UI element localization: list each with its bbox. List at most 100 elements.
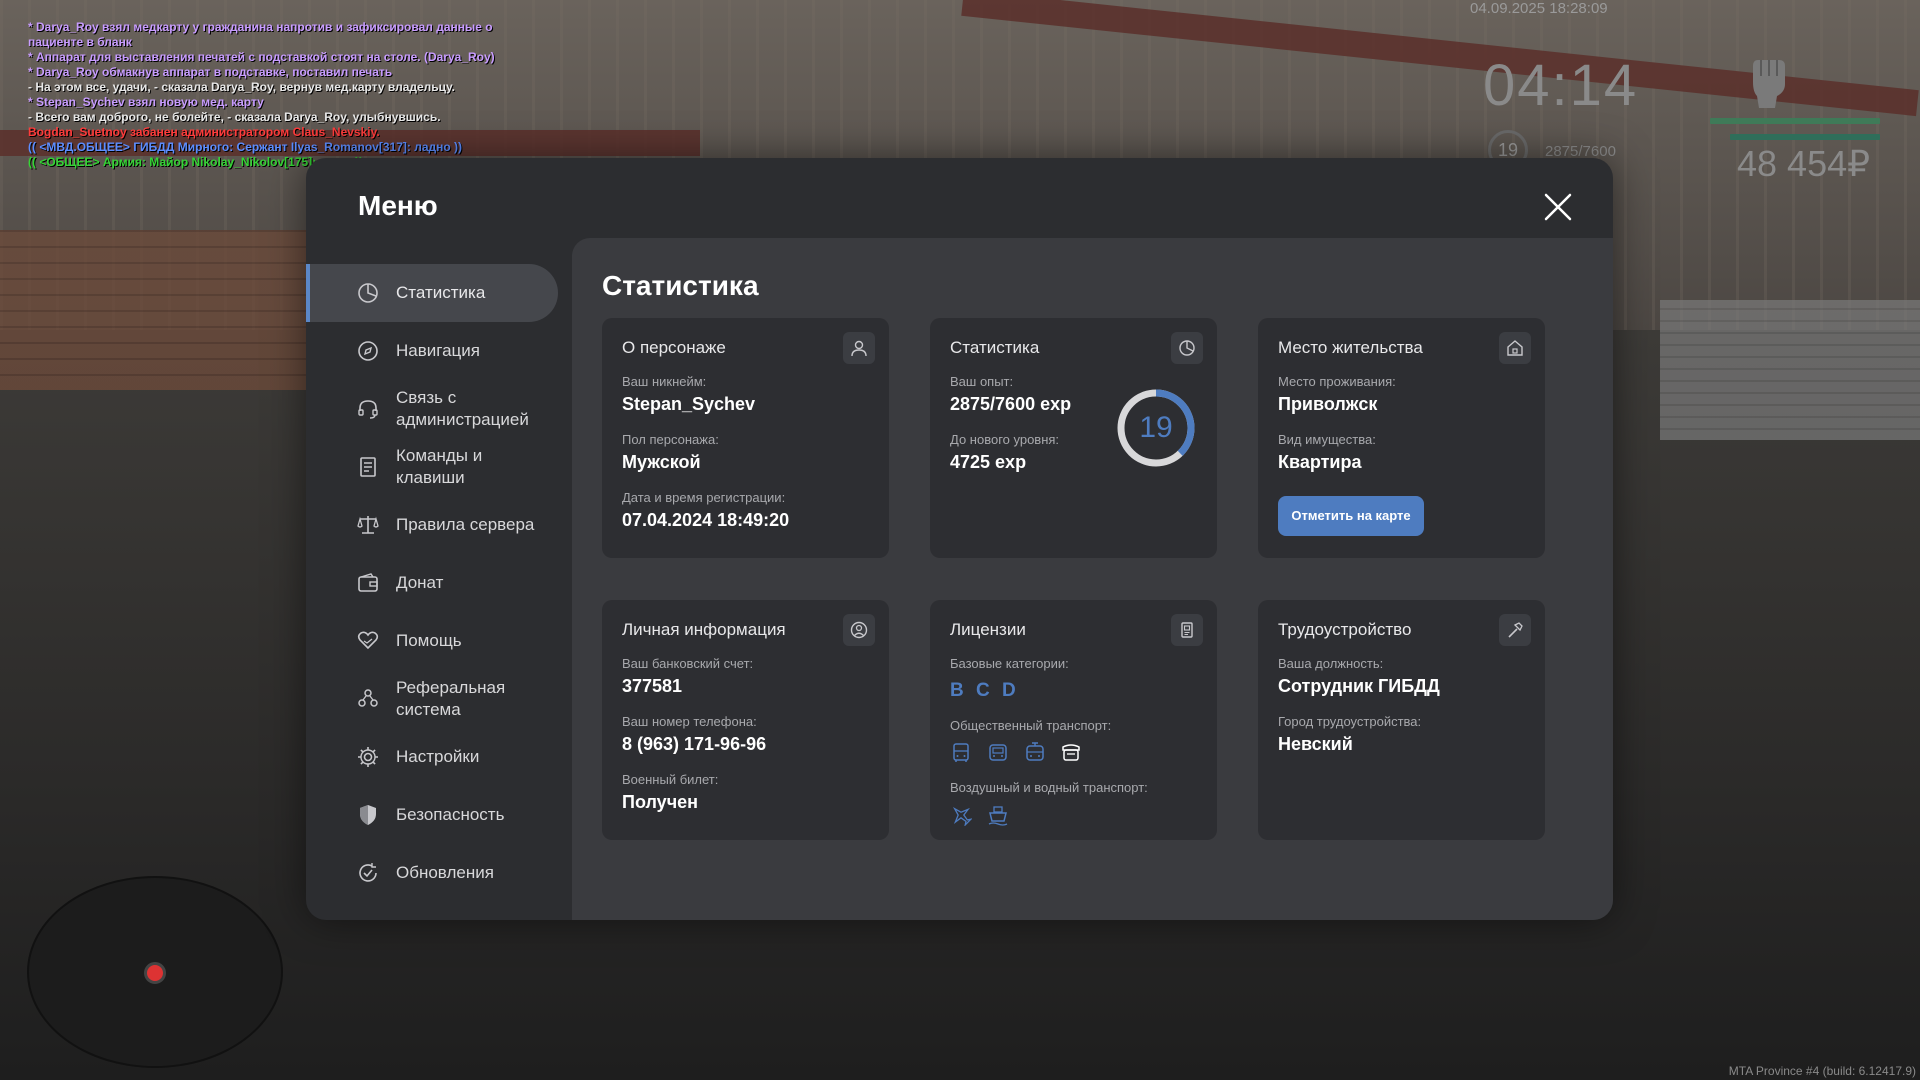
sidebar-item-contact-admin[interactable]: Связь с администрацией <box>306 380 566 438</box>
hud-money: 48 454₽ <box>1737 143 1871 184</box>
card-title: Трудоустройство <box>1278 620 1412 639</box>
boat-icon <box>988 806 1008 826</box>
sidebar-item-label: Помощь <box>396 631 462 650</box>
sidebar-item-label: Статистика <box>396 283 486 302</box>
chat-line: * Stepan_Sychev взял новую мед. карту <box>28 95 264 109</box>
sidebar-item-label: Команды и клавиши <box>396 446 483 487</box>
character-card: О персонаже Ваш никнейм: Stepan_Sychev П… <box>602 318 889 558</box>
license-category: D <box>1002 680 1016 701</box>
exp-value: 2875/7600 exp <box>950 394 1072 414</box>
sidebar-item-label: Безопасность <box>396 805 505 824</box>
build-info: MTA Province #4 (build: 6.12417.9) <box>1728 1064 1916 1078</box>
property-type-label: Вид имущества: <box>1278 432 1376 447</box>
position-label: Ваша должность: <box>1278 656 1384 671</box>
chat-log: * Darya_Roy взял медкарту у гражданина н… <box>28 20 495 170</box>
refresh-check-icon <box>359 863 377 882</box>
sidebar-item-settings[interactable]: Настройки <box>306 728 566 786</box>
chat-line: - Всего вам доброго, не болейте, - сказа… <box>28 110 441 124</box>
document-icon <box>360 457 376 477</box>
wallet-icon <box>358 573 378 592</box>
statistics-content: Статистика О персонаже Ваш никнейм: Step… <box>572 238 1613 920</box>
employment-city-label: Город трудоустройства: <box>1278 714 1422 729</box>
tram-icon <box>1026 742 1044 761</box>
license-category: C <box>976 680 990 701</box>
sidebar-item-navigation[interactable]: Навигация <box>306 322 566 380</box>
sidebar-item-label: Обновления <box>396 863 494 882</box>
sidebar-item-updates[interactable]: Обновления <box>306 844 566 902</box>
phone-value: 8 (963) 171-96-96 <box>622 734 767 754</box>
nickname-value: Stepan_Sychev <box>622 394 756 414</box>
chat-line: Bogdan_Suetnoy забанен администратором C… <box>28 125 380 139</box>
pie-chart-icon <box>358 283 378 303</box>
sidebar-item-commands[interactable]: Команды и клавиши <box>306 438 566 496</box>
residence-card: Место жительства Место проживания: Приво… <box>1258 318 1545 558</box>
card-title: Лицензии <box>950 620 1026 639</box>
sidebar-item-label: Реферальная система <box>396 678 506 719</box>
exp-label: Ваш опыт: <box>950 374 1014 389</box>
gear-icon <box>358 747 378 767</box>
heart-hand-icon <box>357 631 379 650</box>
sidebar-item-referral[interactable]: Реферальная система <box>306 670 566 728</box>
hammer-icon <box>1499 614 1531 646</box>
mark-on-map-button[interactable]: Отметить на карте <box>1278 496 1424 536</box>
level-value: 19 <box>1139 411 1173 444</box>
compass-icon <box>358 341 378 361</box>
bus-icon <box>953 743 969 762</box>
gender-label: Пол персонажа: <box>622 432 719 447</box>
user-icon <box>843 332 875 364</box>
headset-icon <box>358 400 378 419</box>
game-background-wall <box>0 230 320 390</box>
hud-datetime: 04.09.2025 18:28:09 <box>1470 0 1608 17</box>
plane-icon <box>952 806 972 826</box>
game-background-wall <box>1660 300 1920 440</box>
fist-icon <box>1753 60 1785 108</box>
sidebar-item-label: Навигация <box>396 341 480 360</box>
nickname-label: Ваш никнейм: <box>622 374 707 389</box>
card-title: Место жительства <box>1278 338 1423 357</box>
air-water-transport-label: Воздушный и водный транспорт: <box>950 780 1148 795</box>
chat-line: (( <МВД.ОБЩЕЕ> ГИБДД Мирного: Сержант Il… <box>28 140 463 154</box>
employment-city-value: Невский <box>1278 734 1353 754</box>
license-category: B <box>950 680 964 701</box>
sidebar: Статистика Навигация Связь с администрац… <box>306 264 566 902</box>
trolleybus-icon <box>1062 744 1080 761</box>
scales-icon <box>357 516 379 534</box>
employment-card: Трудоустройство Ваша должность: Сотрудни… <box>1258 600 1545 840</box>
chat-line: пациенте в бланк <box>28 35 132 49</box>
hud-health-bar <box>1710 118 1880 124</box>
chat-line: * Darya_Roy взял медкарту у гражданина н… <box>28 20 493 34</box>
next-level-label: До нового уровня: <box>950 432 1060 447</box>
hud-armor-bar <box>1730 134 1880 140</box>
sidebar-item-statistics[interactable]: Статистика <box>306 264 558 322</box>
registration-value: 07.04.2024 18:49:20 <box>622 510 790 530</box>
license-document-icon <box>1171 614 1203 646</box>
personal-info-card: Личная информация Ваш банковский счет: 3… <box>602 600 889 840</box>
people-icon <box>358 689 378 707</box>
bus-front-icon <box>989 744 1007 761</box>
user-circle-icon <box>843 614 875 646</box>
chat-line: * Аппарат для выставления печатей с подс… <box>28 50 495 64</box>
chat-line: - На этом все, удачи, - сказала Darya_Ro… <box>28 80 455 94</box>
shield-icon <box>360 805 376 825</box>
licenses-card: Лицензии Базовые категории: B C D Общест… <box>930 600 1217 840</box>
house-icon <box>1499 332 1531 364</box>
sidebar-item-label: Настройки <box>396 747 480 766</box>
bank-account-value: 377581 <box>622 676 683 696</box>
sidebar-item-label: Правила сервера <box>396 515 535 534</box>
close-icon[interactable] <box>1543 192 1573 222</box>
menu-title: Меню <box>358 190 438 221</box>
sidebar-item-help[interactable]: Помощь <box>306 612 566 670</box>
card-title: О персонаже <box>622 338 726 357</box>
base-categories-label: Базовые категории: <box>950 656 1069 671</box>
chat-line: * Darya_Roy обмакнув аппарат в подставке… <box>28 65 393 79</box>
sidebar-item-rules[interactable]: Правила сервера <box>306 496 566 554</box>
sidebar-item-label: Донат <box>396 573 444 592</box>
statistics-card: Статистика Ваш опыт: 2875/7600 exp До но… <box>930 318 1217 558</box>
sidebar-item-security[interactable]: Безопасность <box>306 786 566 844</box>
pie-chart-icon <box>1171 332 1203 364</box>
next-level-value: 4725 exp <box>950 452 1027 472</box>
card-title: Личная информация <box>622 620 786 639</box>
sidebar-item-donate[interactable]: Донат <box>306 554 566 612</box>
property-type-value: Квартира <box>1278 452 1362 472</box>
military-id-label: Военный билет: <box>622 772 719 787</box>
